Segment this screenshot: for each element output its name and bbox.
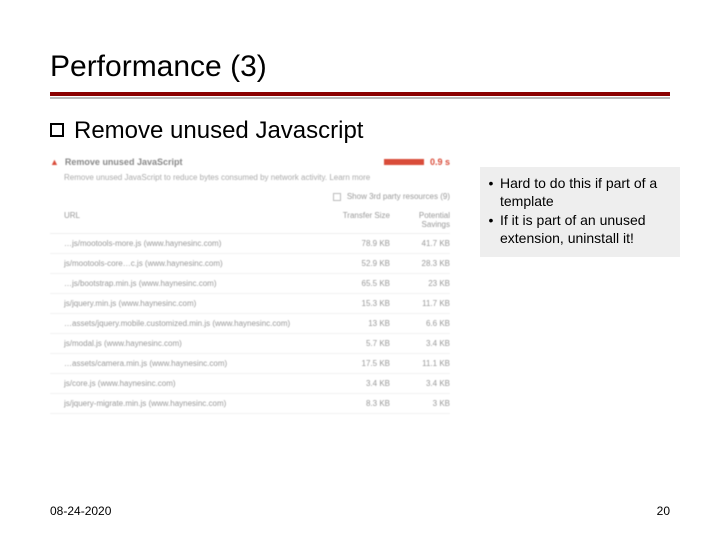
col-size: Transfer Size xyxy=(330,211,390,229)
col-url: URL xyxy=(50,211,330,229)
table-row: …js/bootstrap.min.js (www.haynesinc.com)… xyxy=(50,274,450,294)
callout-list: •Hard to do this if part of a template•I… xyxy=(482,175,674,247)
subheading: Remove unused Javascript xyxy=(74,117,363,145)
cell-savings: 3 KB xyxy=(390,399,450,408)
cell-size: 13 KB xyxy=(330,319,390,328)
cell-size: 52.9 KB xyxy=(330,259,390,268)
cell-url: js/mootools-core…c.js (www.haynesinc.com… xyxy=(50,259,330,268)
cell-size: 15.3 KB xyxy=(330,299,390,308)
callout-box: •Hard to do this if part of a template•I… xyxy=(480,167,680,257)
audit-description: Remove unused JavaScript to reduce bytes… xyxy=(64,173,450,182)
table-row: js/core.js (www.haynesinc.com)3.4 KB3.4 … xyxy=(50,374,450,394)
cell-url: js/core.js (www.haynesinc.com) xyxy=(50,379,330,388)
devtools-panel: ▲ Remove unused JavaScript 0.9 s Remove … xyxy=(50,157,450,414)
bullet-icon: • xyxy=(482,175,500,210)
cell-savings: 11.7 KB xyxy=(390,299,450,308)
cell-savings: 23 KB xyxy=(390,279,450,288)
table-header: URL Transfer Size Potential Savings xyxy=(50,207,450,234)
cell-savings: 11.1 KB xyxy=(390,359,450,368)
cell-url: js/jquery.min.js (www.haynesinc.com) xyxy=(50,299,330,308)
cell-url: js/modal.js (www.haynesinc.com) xyxy=(50,339,330,348)
cell-url: …assets/camera.min.js (www.haynesinc.com… xyxy=(50,359,330,368)
cell-url: …js/bootstrap.min.js (www.haynesinc.com) xyxy=(50,279,330,288)
table-row: …js/mootools-more.js (www.haynesinc.com)… xyxy=(50,234,450,254)
cell-size: 17.5 KB xyxy=(330,359,390,368)
cell-url: …assets/jquery.mobile.customized.min.js … xyxy=(50,319,330,328)
title-rule xyxy=(50,92,670,99)
cell-savings: 6.6 KB xyxy=(390,319,450,328)
cell-size: 65.5 KB xyxy=(330,279,390,288)
slide-footer: 08-24-2020 20 xyxy=(50,504,670,518)
cell-savings: 28.3 KB xyxy=(390,259,450,268)
cell-size: 5.7 KB xyxy=(330,339,390,348)
cell-size: 78.9 KB xyxy=(330,239,390,248)
audit-score: 0.9 s xyxy=(430,157,450,167)
table-row: js/mootools-core…c.js (www.haynesinc.com… xyxy=(50,254,450,274)
table-row: js/modal.js (www.haynesinc.com)5.7 KB3.4… xyxy=(50,334,450,354)
col-savings: Potential Savings xyxy=(390,211,450,229)
filter-label: Show 3rd party resources (9) xyxy=(347,192,450,201)
checkbox-icon xyxy=(333,193,341,201)
callout-item: •Hard to do this if part of a template xyxy=(482,175,674,210)
table-row: js/jquery.min.js (www.haynesinc.com)15.3… xyxy=(50,294,450,314)
warning-triangle-icon: ▲ xyxy=(50,157,59,167)
cell-savings: 3.4 KB xyxy=(390,379,450,388)
cell-size: 3.4 KB xyxy=(330,379,390,388)
audit-title: Remove unused JavaScript xyxy=(65,157,183,167)
callout-item: •If it is part of an unused extension, u… xyxy=(482,212,674,247)
cell-size: 8.3 KB xyxy=(330,399,390,408)
slide-title: Performance (3) xyxy=(50,50,670,84)
checkbox-icon xyxy=(50,123,64,137)
callout-text: If it is part of an unused extension, un… xyxy=(500,212,674,247)
score-bar xyxy=(384,159,424,165)
footer-page: 20 xyxy=(657,504,670,518)
table-body: …js/mootools-more.js (www.haynesinc.com)… xyxy=(50,234,450,414)
callout-text: Hard to do this if part of a template xyxy=(500,175,674,210)
bullet-row: Remove unused Javascript xyxy=(50,117,670,145)
footer-date: 08-24-2020 xyxy=(50,504,111,518)
bullet-icon: • xyxy=(482,212,500,247)
table-row: …assets/jquery.mobile.customized.min.js … xyxy=(50,314,450,334)
cell-savings: 3.4 KB xyxy=(390,339,450,348)
cell-savings: 41.7 KB xyxy=(390,239,450,248)
cell-url: js/jquery-migrate.min.js (www.haynesinc.… xyxy=(50,399,330,408)
third-party-filter: Show 3rd party resources (9) xyxy=(50,192,450,201)
table-row: js/jquery-migrate.min.js (www.haynesinc.… xyxy=(50,394,450,414)
cell-url: …js/mootools-more.js (www.haynesinc.com) xyxy=(50,239,330,248)
table-row: …assets/camera.min.js (www.haynesinc.com… xyxy=(50,354,450,374)
